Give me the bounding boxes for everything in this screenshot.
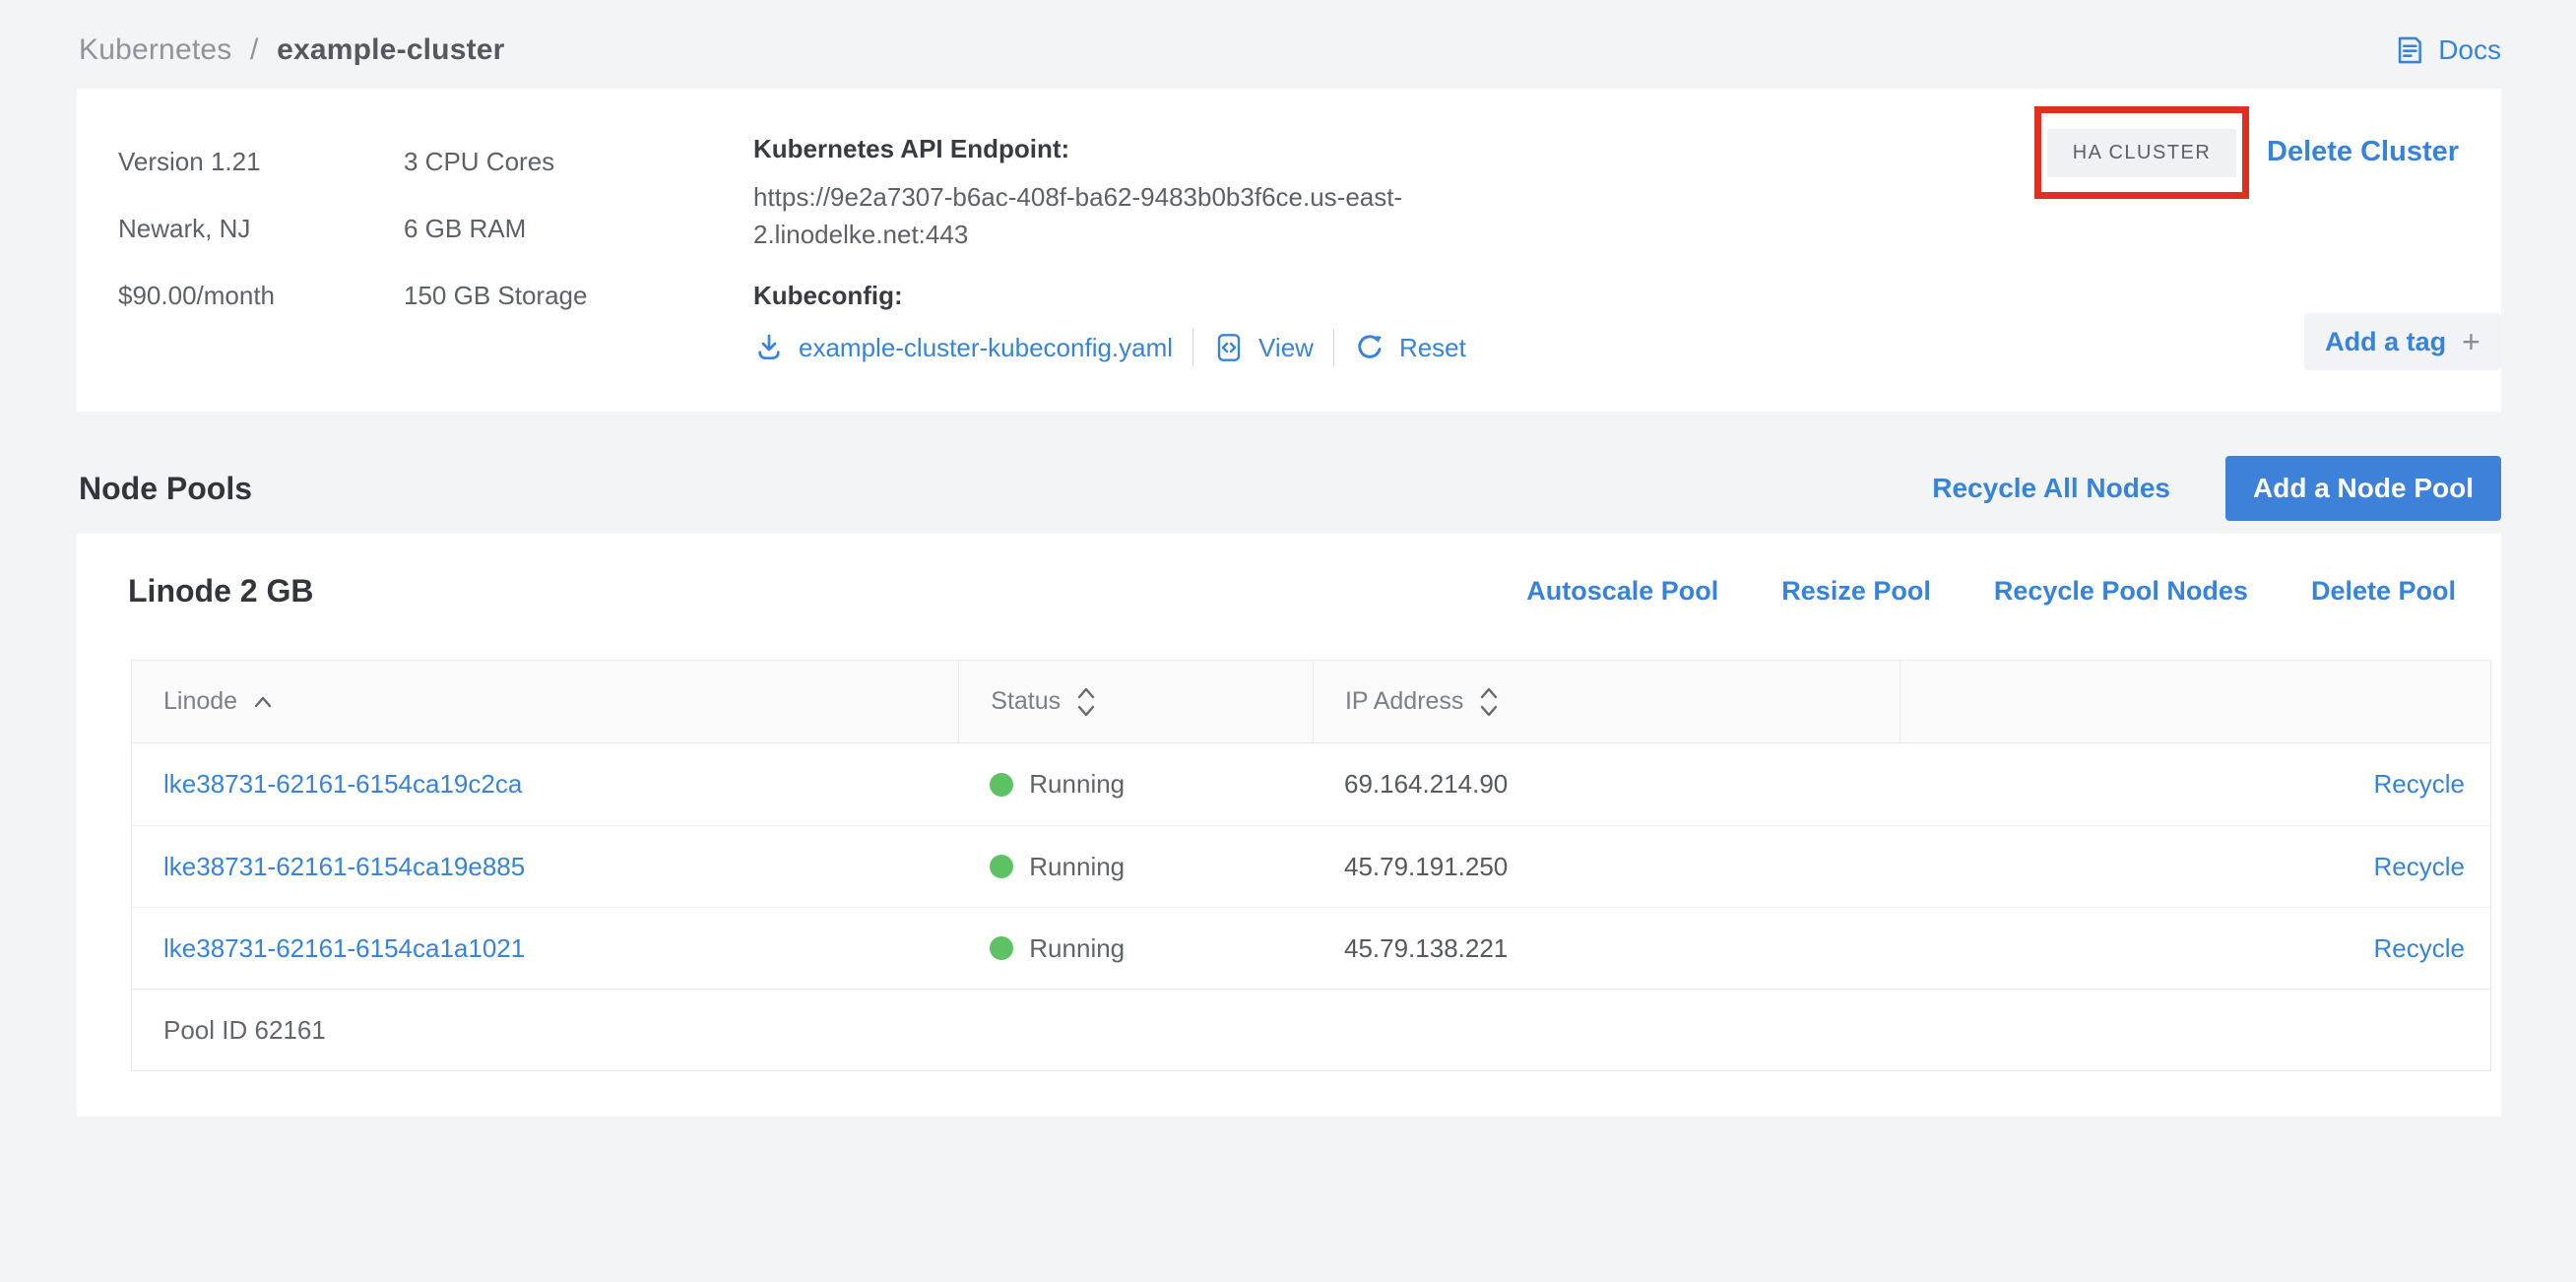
- column-header-actions: [1900, 661, 2490, 742]
- sort-up-down-icon: [1477, 685, 1501, 719]
- node-pools-actions: Recycle All Nodes Add a Node Pool: [1932, 456, 2501, 521]
- reset-label: Reset: [1399, 333, 1466, 363]
- cluster-cpu: 3 CPU Cores: [404, 128, 587, 195]
- table-row: lke38731-62161-6154ca1a1021 Running 45.7…: [132, 907, 2490, 989]
- top-bar: Kubernetes / example-cluster Docs: [79, 33, 2501, 67]
- download-icon: [753, 332, 785, 363]
- status-dot: [990, 855, 1013, 878]
- status-label: Running: [1029, 769, 1125, 800]
- node-link[interactable]: lke38731-62161-6154ca1a1021: [163, 933, 525, 964]
- api-endpoint-label: Kubernetes API Endpoint:: [753, 134, 1502, 164]
- breadcrumb-separator: /: [250, 33, 259, 66]
- cluster-price: $90.00/month: [118, 262, 275, 329]
- node-pool-card: Linode 2 GB Autoscale Pool Resize Pool R…: [77, 534, 2501, 1117]
- node-link[interactable]: lke38731-62161-6154ca19e885: [163, 852, 525, 882]
- pool-card-header: Linode 2 GB Autoscale Pool Resize Pool R…: [128, 573, 2456, 609]
- cluster-summary-card: Version 1.21 Newark, NJ $90.00/month 3 C…: [77, 89, 2501, 412]
- delete-cluster-button[interactable]: Delete Cluster: [2267, 136, 2459, 168]
- table-row: lke38731-62161-6154ca19c2ca Running 69.1…: [132, 743, 2490, 825]
- add-tag-label: Add a tag: [2325, 327, 2446, 357]
- node-ip: 45.79.138.221: [1344, 933, 1508, 964]
- cluster-region: Newark, NJ: [118, 195, 275, 262]
- api-endpoint-url: https://9e2a7307-b6ac-408f-ba62-9483b0b3…: [753, 178, 1482, 253]
- pool-name: Linode 2 GB: [128, 573, 313, 609]
- breadcrumb-kubernetes-link[interactable]: Kubernetes: [79, 33, 231, 66]
- status-dot: [990, 936, 1013, 960]
- node-ip: 69.164.214.90: [1344, 769, 1508, 800]
- kubeconfig-label: Kubeconfig:: [753, 281, 1502, 311]
- status-dot: [990, 773, 1013, 797]
- pool-action-links: Autoscale Pool Resize Pool Recycle Pool …: [1526, 576, 2456, 607]
- column-label-status: Status: [991, 687, 1061, 716]
- breadcrumb: Kubernetes / example-cluster: [79, 33, 505, 67]
- api-endpoint-block: Kubernetes API Endpoint: https://9e2a730…: [753, 134, 1502, 366]
- resize-pool-button[interactable]: Resize Pool: [1781, 576, 1931, 607]
- refresh-icon: [1354, 332, 1385, 363]
- add-tag-button[interactable]: Add a tag +: [2304, 313, 2501, 370]
- cluster-version: Version 1.21: [118, 128, 275, 195]
- ha-cluster-badge: HA CLUSTER: [2047, 129, 2237, 177]
- recycle-all-nodes-button[interactable]: Recycle All Nodes: [1932, 473, 2170, 504]
- cluster-ram: 6 GB RAM: [404, 195, 587, 262]
- node-ip: 45.79.191.250: [1344, 852, 1508, 882]
- add-node-pool-button[interactable]: Add a Node Pool: [2225, 456, 2501, 521]
- column-header-ip-address[interactable]: IP Address: [1313, 661, 1900, 742]
- annotation-highlight-box: HA CLUSTER: [2034, 106, 2249, 199]
- node-link[interactable]: lke38731-62161-6154ca19c2ca: [163, 769, 522, 800]
- sort-up-down-icon: [1074, 685, 1098, 719]
- column-label-linode: Linode: [163, 687, 237, 716]
- breadcrumb-cluster-name: example-cluster: [277, 33, 504, 66]
- kubeconfig-filename: example-cluster-kubeconfig.yaml: [799, 333, 1173, 363]
- status-label: Running: [1029, 852, 1125, 882]
- kubeconfig-actions: example-cluster-kubeconfig.yaml View: [753, 329, 1502, 366]
- autoscale-pool-button[interactable]: Autoscale Pool: [1526, 576, 1718, 607]
- delete-pool-button[interactable]: Delete Pool: [2311, 576, 2456, 607]
- lke-cluster-detail-page: Kubernetes / example-cluster Docs Versio…: [0, 0, 2576, 1282]
- recycle-node-button[interactable]: Recycle: [2374, 852, 2465, 882]
- plus-icon: +: [2462, 326, 2480, 357]
- divider: [1192, 329, 1193, 366]
- column-header-status[interactable]: Status: [958, 661, 1313, 742]
- view-label: View: [1258, 333, 1314, 363]
- status-label: Running: [1029, 933, 1125, 964]
- node-pools-header: Node Pools Recycle All Nodes Add a Node …: [79, 455, 2501, 522]
- kubeconfig-reset-button[interactable]: Reset: [1354, 332, 1466, 363]
- sort-ascending-icon: [251, 693, 275, 711]
- nodes-table: Linode Status: [131, 660, 2491, 1071]
- kubeconfig-view-button[interactable]: View: [1213, 332, 1314, 363]
- docs-icon: [2393, 33, 2426, 67]
- node-pools-title: Node Pools: [79, 471, 252, 507]
- code-file-icon: [1213, 332, 1245, 363]
- cluster-specs-column-2: 3 CPU Cores 6 GB RAM 150 GB Storage: [404, 128, 587, 329]
- pool-table-footer: Pool ID 62161: [132, 989, 2490, 1070]
- column-header-linode[interactable]: Linode: [132, 661, 958, 742]
- cluster-storage: 150 GB Storage: [404, 262, 587, 329]
- docs-label: Docs: [2438, 34, 2501, 66]
- recycle-pool-nodes-button[interactable]: Recycle Pool Nodes: [1994, 576, 2248, 607]
- nodes-table-header: Linode Status: [132, 661, 2490, 743]
- column-label-ip-address: IP Address: [1345, 687, 1463, 716]
- recycle-node-button[interactable]: Recycle: [2374, 933, 2465, 964]
- kubeconfig-download-link[interactable]: example-cluster-kubeconfig.yaml: [753, 332, 1173, 363]
- cluster-specs-column-1: Version 1.21 Newark, NJ $90.00/month: [118, 128, 275, 329]
- table-row: lke38731-62161-6154ca19e885 Running 45.7…: [132, 825, 2490, 907]
- pool-id: Pool ID 62161: [163, 1015, 326, 1046]
- divider: [1333, 329, 1334, 366]
- recycle-node-button[interactable]: Recycle: [2374, 769, 2465, 800]
- docs-link[interactable]: Docs: [2393, 33, 2501, 67]
